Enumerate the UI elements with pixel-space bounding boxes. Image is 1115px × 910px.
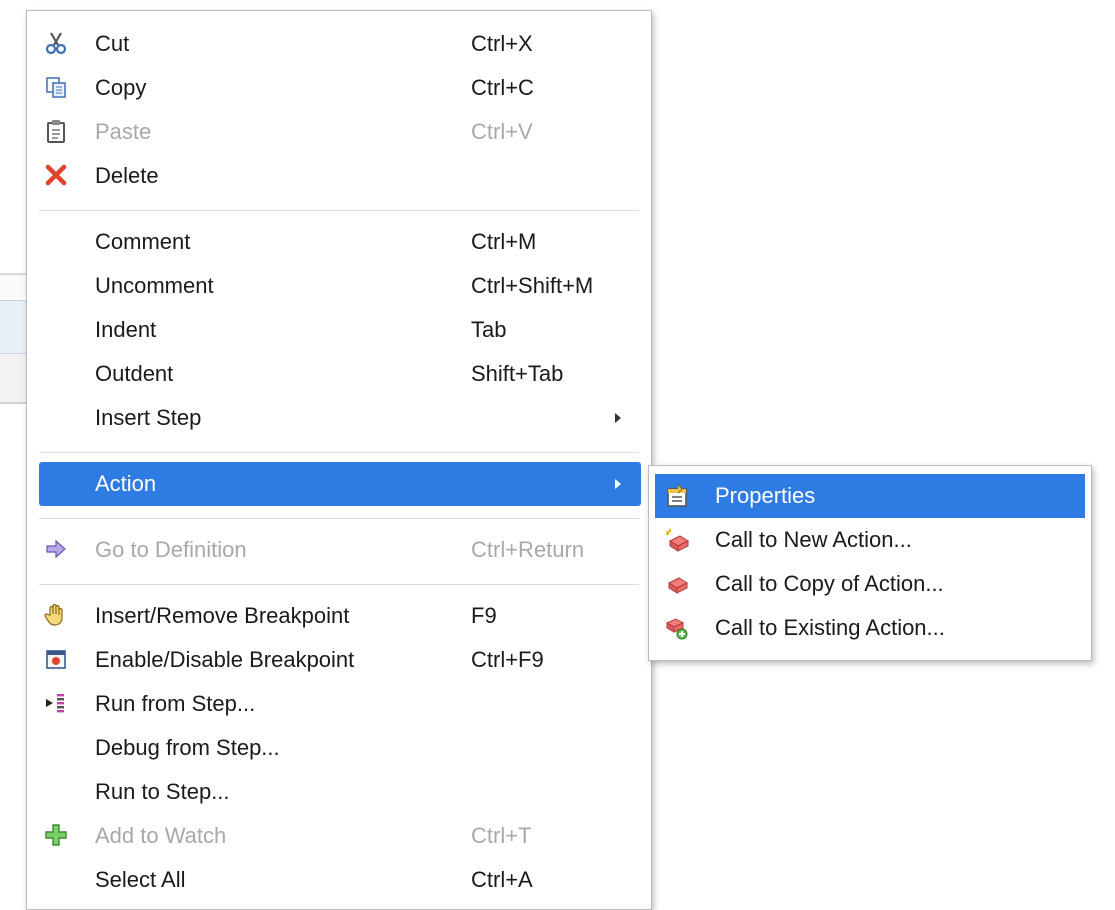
menu-item-enable-disable-breakpoint[interactable]: Enable/Disable Breakpoint Ctrl+F9 (27, 638, 651, 682)
menu-item-insert-remove-breakpoint[interactable]: Insert/Remove Breakpoint F9 (27, 594, 651, 638)
submenu-item-properties[interactable]: Properties (655, 474, 1085, 518)
menu-item-shortcut: Ctrl+Shift+M (471, 273, 594, 298)
menu-item-label: Uncomment (95, 273, 214, 298)
menu-item-indent[interactable]: Indent Tab (27, 308, 651, 352)
context-menu: Cut Ctrl+X Copy Ctrl+C Paste Ctrl+V Dele… (26, 10, 652, 910)
menu-item-run-from-step[interactable]: Run from Step... (27, 682, 651, 726)
menu-item-shortcut: Shift+Tab (471, 361, 564, 386)
menu-separator (39, 584, 639, 585)
menu-separator (39, 210, 639, 211)
menu-item-shortcut: Ctrl+M (471, 229, 537, 254)
menu-item-label: Debug from Step... (95, 735, 280, 760)
menu-item-label: Run to Step... (95, 779, 230, 804)
menu-item-label: Outdent (95, 361, 174, 386)
copy-action-icon (663, 570, 691, 598)
new-action-icon (663, 526, 691, 554)
menu-item-comment[interactable]: Comment Ctrl+M (27, 220, 651, 264)
menu-item-label: Cut (95, 31, 130, 56)
menu-separator (39, 452, 639, 453)
menu-item-delete[interactable]: Delete (27, 154, 651, 198)
submenu-item-call-to-new-action[interactable]: Call to New Action... (649, 518, 1091, 562)
hand-icon (43, 602, 69, 628)
submenu-item-label: Call to Copy of Action... (715, 571, 944, 596)
menu-item-label: Comment (95, 229, 191, 254)
menu-separator (39, 518, 639, 519)
menu-item-label: Go to Definition (95, 537, 247, 562)
menu-item-add-to-watch[interactable]: Add to Watch Ctrl+T (27, 814, 651, 858)
submenu-arrow-icon (615, 413, 621, 423)
menu-item-shortcut: Ctrl+Return (471, 537, 585, 562)
arrow-right-icon (43, 536, 69, 562)
menu-item-label: Add to Watch (95, 823, 227, 848)
menu-item-label: Copy (95, 75, 147, 100)
clipboard-icon (43, 118, 69, 144)
menu-item-shortcut: F9 (471, 603, 497, 628)
menu-item-shortcut: Ctrl+X (471, 31, 533, 56)
menu-item-shortcut: Tab (471, 317, 507, 342)
menu-item-uncomment[interactable]: Uncomment Ctrl+Shift+M (27, 264, 651, 308)
menu-item-label: Paste (95, 119, 152, 144)
submenu-item-label: Properties (715, 483, 816, 508)
menu-item-label: Enable/Disable Breakpoint (95, 647, 355, 672)
existing-action-icon (663, 614, 691, 642)
copy-icon (43, 74, 69, 100)
menu-item-go-to-definition[interactable]: Go to Definition Ctrl+Return (27, 528, 651, 572)
submenu-item-call-to-existing-action[interactable]: Call to Existing Action... (649, 606, 1091, 650)
submenu-item-call-to-copy-of-action[interactable]: Call to Copy of Action... (649, 562, 1091, 606)
menu-item-debug-from-step[interactable]: Debug from Step... (27, 726, 651, 770)
scissors-icon (43, 30, 69, 56)
properties-icon (663, 482, 691, 510)
menu-item-shortcut: Ctrl+T (471, 823, 532, 848)
menu-item-label: Indent (95, 317, 157, 342)
menu-item-label: Delete (95, 163, 159, 188)
menu-item-label: Select All (95, 867, 186, 892)
menu-item-label: Action (95, 471, 157, 496)
menu-item-label: Insert Step (95, 405, 202, 430)
menu-item-run-to-step[interactable]: Run to Step... (27, 770, 651, 814)
menu-item-action[interactable]: Action (39, 462, 641, 506)
menu-item-paste[interactable]: Paste Ctrl+V (27, 110, 651, 154)
menu-item-shortcut: Ctrl+A (471, 867, 533, 892)
menu-item-label: Insert/Remove Breakpoint (95, 603, 350, 628)
submenu-item-label: Call to New Action... (715, 527, 912, 552)
menu-item-insert-step[interactable]: Insert Step (27, 396, 651, 440)
run-from-step-icon (43, 690, 69, 716)
plus-icon (43, 822, 69, 848)
menu-item-cut[interactable]: Cut Ctrl+X (27, 22, 651, 66)
submenu-arrow-icon (615, 479, 621, 489)
submenu-item-label: Call to Existing Action... (715, 615, 945, 640)
delete-x-icon (43, 162, 69, 188)
menu-item-shortcut: Ctrl+V (471, 119, 533, 144)
breakpoint-icon (43, 646, 69, 672)
menu-item-shortcut: Ctrl+F9 (471, 647, 544, 672)
menu-item-select-all[interactable]: Select All Ctrl+A (27, 858, 651, 902)
menu-item-shortcut: Ctrl+C (471, 75, 534, 100)
menu-item-copy[interactable]: Copy Ctrl+C (27, 66, 651, 110)
menu-item-outdent[interactable]: Outdent Shift+Tab (27, 352, 651, 396)
action-submenu: Properties Call to New Action... Call to… (648, 465, 1092, 661)
menu-item-label: Run from Step... (95, 691, 256, 716)
